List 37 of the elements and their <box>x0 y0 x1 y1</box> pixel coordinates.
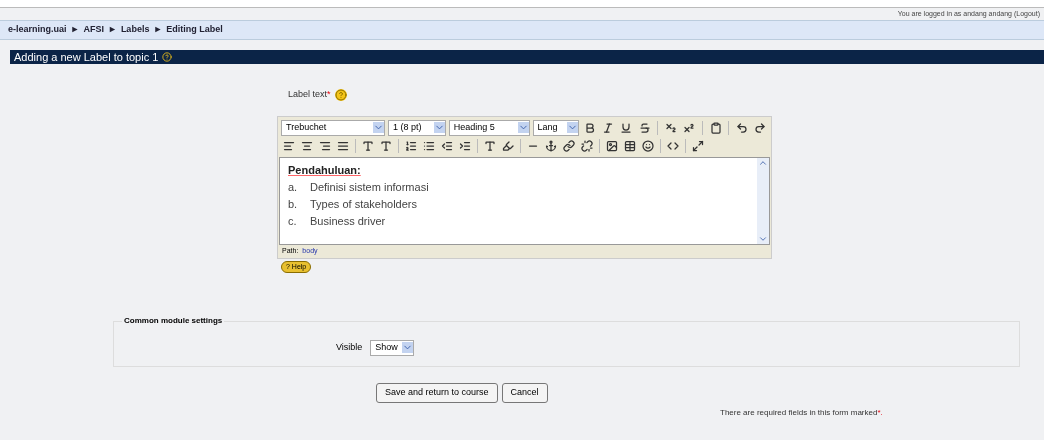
help-icon[interactable] <box>162 52 173 62</box>
dropdown-arrow-icon <box>517 122 529 133</box>
required-fields-note: There are required fields in this form marked*. <box>720 406 883 419</box>
save-button[interactable]: Save and return to course <box>376 382 498 403</box>
dropdown[interactable]: Lang <box>532 119 579 136</box>
dropdown-arrow-icon <box>433 122 445 133</box>
list-item: Business driver <box>310 213 386 229</box>
breadcrumb-separator: ► <box>153 23 163 37</box>
unlink-icon[interactable] <box>579 137 595 154</box>
list-marker: b. <box>288 196 299 212</box>
dropdown-arrow-icon <box>401 342 413 353</box>
breadcrumb-link[interactable]: Labels <box>120 23 150 37</box>
list-item: Definisi sistem informasi <box>310 179 429 195</box>
dropdown[interactable]: Heading 5 <box>448 119 530 136</box>
breadcrumb-separator: ► <box>107 23 117 37</box>
link-icon[interactable] <box>561 137 577 154</box>
breadcrumb-separator: ► <box>70 23 80 37</box>
list-marker: c. <box>288 213 298 229</box>
field-label: Visible <box>336 340 363 354</box>
dropdown-arrow-icon <box>566 122 578 133</box>
dropdown[interactable]: 1 (8 pt) <box>387 119 446 136</box>
smiley-icon[interactable] <box>640 137 656 154</box>
content-heading: Pendahuluan: <box>288 162 361 178</box>
dropdown-arrow-icon <box>372 122 384 133</box>
dropdown[interactable]: Trebuchet <box>281 119 385 136</box>
help-icon[interactable] <box>334 88 347 101</box>
cancel-button[interactable]: Cancel <box>501 382 548 403</box>
section-title: Adding a new Label to topic 1 <box>14 49 159 65</box>
breadcrumb-link[interactable]: e-learning.uai <box>8 23 67 37</box>
list-marker: a. <box>288 179 299 195</box>
breadcrumb-link[interactable]: Editing Label <box>166 23 223 37</box>
field-label: Label text* <box>288 88 331 101</box>
editor-content[interactable]: Pendahuluan: a. Definisi sistem informasi b. Types of stakeholders c. Business driver <box>279 156 770 245</box>
scrollbar[interactable] <box>757 157 769 244</box>
visibility-dropdown[interactable]: Show <box>370 339 414 356</box>
breadcrumb-link[interactable]: AFSI <box>83 23 104 37</box>
list-item: Types of stakeholders <box>310 196 417 212</box>
